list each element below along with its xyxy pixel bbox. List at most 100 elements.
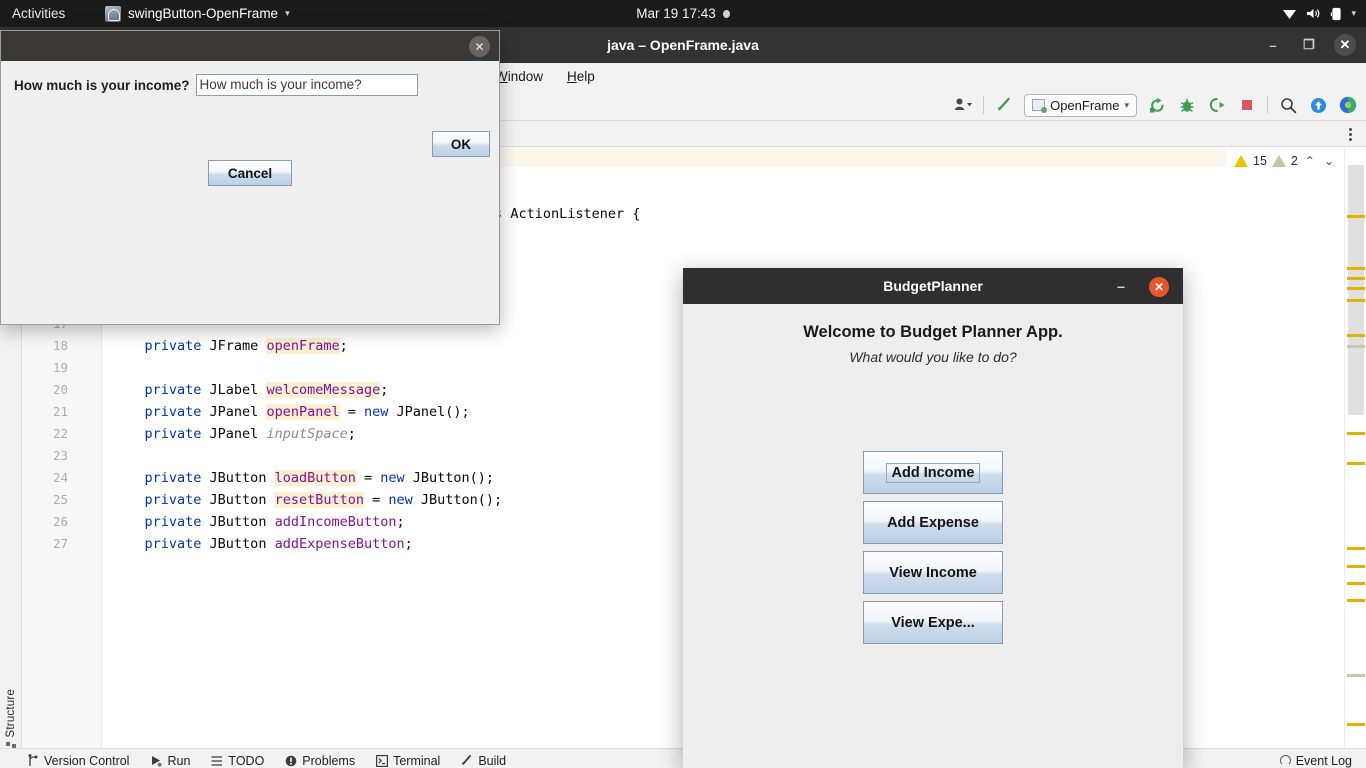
- line-number: 21: [52, 404, 68, 419]
- battery-icon: [1330, 7, 1342, 21]
- code-text: private JFrame openFrame;: [112, 335, 348, 357]
- ide-toolbar-right-group[interactable]: OpenFrame ▾: [953, 89, 1358, 121]
- code-token: private: [144, 492, 210, 508]
- screen-root: Activities swingButton-OpenFrame ▾ Mar 1…: [0, 0, 1366, 768]
- tool-window-label: Version Control: [44, 753, 130, 768]
- income-dialog-title-bar: ✕: [1, 31, 499, 61]
- build-hammer-icon[interactable]: [994, 95, 1014, 115]
- run-config-icon: [1032, 99, 1048, 113]
- error-stripe-mark[interactable]: [1347, 547, 1365, 550]
- line-number: 19: [52, 360, 68, 375]
- code-token: JLabel: [209, 382, 267, 398]
- error-stripe-mark[interactable]: [1347, 277, 1365, 280]
- tool-window-build[interactable]: Build: [460, 754, 506, 768]
- java-app-icon: [105, 5, 121, 22]
- code-token: JFrame: [209, 338, 267, 354]
- code-token: openFrame: [266, 338, 340, 354]
- add-income-button[interactable]: Add Income: [863, 451, 1003, 494]
- code-token: JButton: [209, 470, 275, 486]
- build-icon: [460, 754, 473, 767]
- code-token: ActionListener {: [510, 206, 641, 222]
- search-everywhere-icon[interactable]: [1278, 95, 1298, 115]
- more-options-icon[interactable]: [1342, 125, 1358, 143]
- minimize-button[interactable]: –: [1113, 278, 1129, 294]
- view-expense-button[interactable]: View Expe...: [863, 601, 1003, 644]
- code-token: private: [144, 470, 210, 486]
- next-problem-icon[interactable]: ⌄: [1322, 154, 1336, 168]
- income-dialog-body: How much is your income? How much is you…: [1, 61, 499, 324]
- run-config-label: OpenFrame: [1050, 97, 1120, 113]
- ide-window-controls[interactable]: – ❐ ✕: [1262, 27, 1356, 63]
- previous-problem-icon[interactable]: ⌃: [1303, 154, 1317, 168]
- error-stripe-mark[interactable]: [1347, 582, 1365, 585]
- menu-help[interactable]: Help: [562, 67, 600, 86]
- income-input-dialog[interactable]: ✕ How much is your income? How much is y…: [0, 30, 500, 325]
- error-stripe-mark[interactable]: [1347, 299, 1365, 302]
- sidebar-item-structure[interactable]: Structure: [1, 689, 21, 753]
- income-input-field[interactable]: How much is your income?: [195, 74, 418, 96]
- error-stripe-mark[interactable]: [1347, 334, 1365, 337]
- code-token: private: [144, 536, 210, 552]
- sidebar-item-label: Structure: [5, 689, 17, 738]
- ai-assistant-icon[interactable]: [1338, 95, 1358, 115]
- tool-window-todo[interactable]: TODO: [210, 754, 264, 768]
- run-with-coverage-icon[interactable]: [1207, 95, 1227, 115]
- code-text: private JButton resetButton = new JButto…: [112, 489, 502, 511]
- stop-icon[interactable]: [1237, 95, 1257, 115]
- minimize-button[interactable]: –: [1262, 34, 1284, 56]
- line-number: 23: [52, 448, 68, 463]
- activities-button[interactable]: Activities: [12, 6, 65, 21]
- code-token: =: [339, 404, 364, 420]
- tool-window-problems[interactable]: Problems: [284, 754, 355, 768]
- system-tray[interactable]: ▾: [1282, 0, 1356, 27]
- debug-bug-icon[interactable]: [1177, 95, 1197, 115]
- tool-window-run[interactable]: Run: [149, 754, 190, 768]
- error-stripe-column[interactable]: [1344, 147, 1366, 748]
- code-token: private: [144, 382, 210, 398]
- error-stripe-mark[interactable]: [1347, 462, 1365, 465]
- run-configuration-selector[interactable]: OpenFrame ▾: [1024, 93, 1137, 117]
- error-stripe-mark[interactable]: [1347, 215, 1365, 218]
- close-icon[interactable]: ✕: [469, 36, 490, 57]
- add-expense-label: Add Expense: [887, 514, 979, 531]
- error-stripe-mark[interactable]: [1347, 599, 1365, 602]
- tray-chevron-down-icon[interactable]: ▾: [1351, 8, 1356, 19]
- error-stripe-mark[interactable]: [1347, 287, 1365, 290]
- editor-scrollbar-thumb[interactable]: [1348, 165, 1364, 415]
- app-menu[interactable]: swingButton-OpenFrame ▾: [105, 0, 290, 27]
- budget-planner-title-bar: BudgetPlanner – ✕: [683, 268, 1183, 304]
- close-button[interactable]: ✕: [1149, 277, 1169, 297]
- version-control-icon: [26, 754, 39, 767]
- error-stripe-mark[interactable]: [1347, 432, 1365, 435]
- error-stripe-mark[interactable]: [1347, 565, 1365, 568]
- rerun-icon[interactable]: [1147, 95, 1167, 115]
- error-stripe-mark[interactable]: [1347, 674, 1365, 677]
- add-expense-button[interactable]: Add Expense: [863, 501, 1003, 544]
- chevron-down-icon: ▾: [285, 8, 290, 18]
- code-text: private JLabel welcomeMessage;: [112, 379, 388, 401]
- code-token: =: [355, 470, 381, 486]
- error-stripe-mark[interactable]: [1347, 723, 1365, 726]
- close-button[interactable]: ✕: [1334, 34, 1356, 56]
- code-token: new: [388, 492, 421, 508]
- budget-planner-window[interactable]: BudgetPlanner – ✕ Welcome to Budget Plan…: [683, 268, 1183, 768]
- line-number: 26: [52, 514, 68, 529]
- code-token: ;: [404, 536, 413, 552]
- view-income-button[interactable]: View Income: [863, 551, 1003, 594]
- inspection-widget[interactable]: 15 2 ⌃ ⌄: [1226, 147, 1344, 174]
- maximize-button[interactable]: ❐: [1298, 34, 1320, 56]
- profiler-icon[interactable]: [953, 95, 973, 115]
- code-token: JButton: [209, 514, 275, 530]
- welcome-heading: Welcome to Budget Planner App.: [803, 323, 1063, 341]
- ok-button[interactable]: OK: [432, 131, 490, 157]
- income-dialog-row: How much is your income? How much is you…: [1, 72, 499, 98]
- tool-window-version-control[interactable]: Version Control: [26, 754, 129, 768]
- event-log-button[interactable]: Event Log: [1279, 754, 1352, 768]
- code-token: private: [144, 514, 210, 530]
- cancel-button[interactable]: Cancel: [208, 160, 292, 186]
- tool-window-terminal[interactable]: Terminal: [375, 754, 440, 768]
- error-stripe-mark[interactable]: [1347, 345, 1365, 348]
- updates-icon[interactable]: [1308, 95, 1328, 115]
- line-number: 27: [52, 536, 68, 551]
- error-stripe-mark[interactable]: [1347, 267, 1365, 270]
